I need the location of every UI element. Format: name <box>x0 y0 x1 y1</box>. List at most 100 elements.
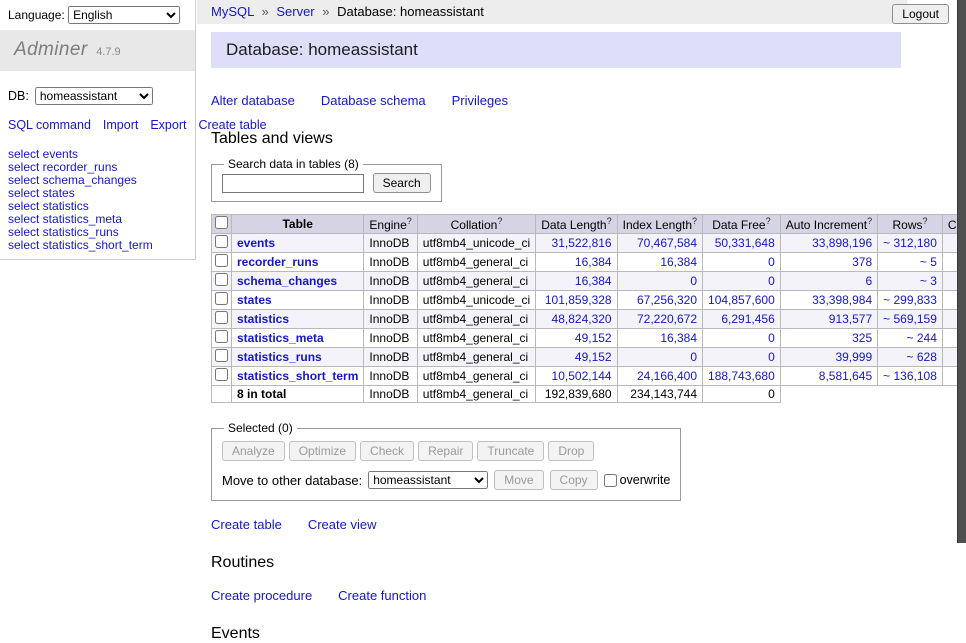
data-length-header-link[interactable]: Data Length <box>541 218 606 232</box>
data-length-link[interactable]: 48,824,320 <box>552 312 612 326</box>
table-name-link[interactable]: statistics_runs <box>237 350 322 364</box>
routine-create-link[interactable]: Create procedure <box>211 588 312 603</box>
row-checkbox[interactable] <box>215 273 228 286</box>
language-select[interactable]: English <box>68 6 180 24</box>
index-length-link[interactable]: 16,384 <box>660 331 697 345</box>
selected-action-button[interactable]: Truncate <box>477 441 544 461</box>
selected-action-button[interactable]: Check <box>360 441 414 461</box>
rows-header-link[interactable]: Rows <box>893 218 923 232</box>
breadcrumb-server-link[interactable]: Server <box>276 4 314 19</box>
rows-count-link[interactable]: ~ 569,159 <box>883 312 937 326</box>
selected-action-button[interactable]: Analyze <box>222 441 285 461</box>
auto-increment-link[interactable]: 325 <box>852 331 872 345</box>
selected-action-button[interactable]: Drop <box>548 441 594 461</box>
auto-increment-header-link[interactable]: Auto Increment <box>786 218 867 232</box>
data-free-header-link[interactable]: Data Free <box>712 218 765 232</box>
search-input[interactable] <box>222 174 364 193</box>
data-free-link[interactable]: 50,331,648 <box>715 236 775 250</box>
data-length-link[interactable]: 49,152 <box>575 331 612 345</box>
selected-action-button[interactable]: Repair <box>418 441 473 461</box>
database-action-link[interactable]: Alter database <box>211 93 295 108</box>
data-length-link[interactable]: 16,384 <box>575 255 612 269</box>
index-length-link[interactable]: 24,166,400 <box>637 369 697 383</box>
table-name-link[interactable]: schema_changes <box>237 274 337 288</box>
adminer-logo[interactable]: Adminer <box>14 39 88 60</box>
selected-action-button[interactable]: Optimize <box>289 441 356 461</box>
database-action-link[interactable]: Database schema <box>321 93 426 108</box>
sidebar-action-link[interactable]: Export <box>150 118 186 132</box>
breadcrumb-mysql-link[interactable]: MySQL <box>211 4 254 19</box>
rows-count-cell: ~ 312,180 <box>878 234 943 253</box>
routine-create-link[interactable]: Create function <box>338 588 426 603</box>
select-all-checkbox[interactable] <box>215 216 228 229</box>
sidebar-action-link[interactable]: Import <box>103 118 138 132</box>
rows-count-link[interactable]: ~ 244 <box>907 331 937 345</box>
row-checkbox[interactable] <box>215 235 228 248</box>
table-name-cell: statistics_runs <box>232 348 364 367</box>
table-name-link[interactable]: recorder_runs <box>237 255 318 269</box>
logout-button[interactable]: Logout <box>892 4 949 24</box>
rows-count-link[interactable]: ~ 312,180 <box>883 236 937 250</box>
row-checkbox[interactable] <box>215 311 228 324</box>
db-select[interactable]: homeassistant <box>35 87 153 105</box>
data-free-link[interactable]: 188,743,680 <box>708 369 775 383</box>
rows-count-link[interactable]: ~ 299,833 <box>883 293 937 307</box>
data-free-link[interactable]: 0 <box>768 274 775 288</box>
table-name-link[interactable]: statistics_short_term <box>237 369 358 383</box>
data-free-link[interactable]: 0 <box>768 331 775 345</box>
move-target-select[interactable]: homeassistant <box>368 471 488 489</box>
table-name-link[interactable]: states <box>237 293 272 307</box>
auto-increment-link[interactable]: 8,581,645 <box>819 369 872 383</box>
index-length-link[interactable]: 0 <box>690 350 697 364</box>
data-free-link[interactable]: 0 <box>768 350 775 364</box>
auto-increment-link[interactable]: 39,999 <box>835 350 872 364</box>
auto-increment-link[interactable]: 378 <box>852 255 872 269</box>
row-checkbox[interactable] <box>215 368 228 381</box>
index-length-header-link[interactable]: Index Length <box>623 218 692 232</box>
data-length-link[interactable]: 49,152 <box>575 350 612 364</box>
index-length-link[interactable]: 16,384 <box>660 255 697 269</box>
auto-increment-link[interactable]: 913,577 <box>829 312 872 326</box>
data-length-link[interactable]: 16,384 <box>575 274 612 288</box>
data-free-link[interactable]: 104,857,600 <box>708 293 775 307</box>
index-length-link[interactable]: 70,467,584 <box>637 236 697 250</box>
row-checkbox[interactable] <box>215 254 228 267</box>
table-name-link[interactable]: statistics <box>237 312 289 326</box>
collation-header-link[interactable]: Collation <box>451 218 498 232</box>
row-checkbox[interactable] <box>215 292 228 305</box>
overwrite-checkbox[interactable] <box>604 474 617 487</box>
database-action-link[interactable]: Privileges <box>452 93 508 108</box>
sidebar-table-link[interactable]: select statistics_short_term <box>8 239 187 252</box>
index-length-link[interactable]: 0 <box>690 274 697 288</box>
engine-header-link[interactable]: Engine <box>369 218 406 232</box>
create-link[interactable]: Create table <box>211 517 282 532</box>
move-button[interactable]: Move <box>494 470 543 490</box>
index-length-link[interactable]: 67,256,320 <box>637 293 697 307</box>
rows-count-link[interactable]: ~ 3 <box>920 274 937 288</box>
data-free-link[interactable]: 6,291,456 <box>721 312 774 326</box>
engine-cell: InnoDB <box>364 253 417 272</box>
table-name-link[interactable]: statistics_meta <box>237 331 324 345</box>
vertical-scrollbar[interactable] <box>957 0 966 543</box>
rows-count-link[interactable]: ~ 5 <box>920 255 937 269</box>
index-length-link[interactable]: 72,220,672 <box>637 312 697 326</box>
data-free-link[interactable]: 0 <box>768 255 775 269</box>
selected-fieldset: Selected (0) AnalyzeOptimizeCheckRepairT… <box>211 421 681 501</box>
data-length-link[interactable]: 101,859,328 <box>545 293 612 307</box>
auto-increment-link[interactable]: 6 <box>865 274 872 288</box>
data-length-link[interactable]: 10,502,144 <box>552 369 612 383</box>
copy-button[interactable]: Copy <box>550 470 598 490</box>
engine-cell: InnoDB <box>364 310 417 329</box>
auto-increment-link[interactable]: 33,398,984 <box>812 293 872 307</box>
row-checkbox[interactable] <box>215 330 228 343</box>
row-checkbox[interactable] <box>215 349 228 362</box>
rows-count-link[interactable]: ~ 136,108 <box>883 369 937 383</box>
auto-increment-link[interactable]: 33,898,196 <box>812 236 872 250</box>
content: Alter databaseDatabase schemaPrivileges … <box>197 93 957 643</box>
sidebar-action-link[interactable]: SQL command <box>8 118 91 132</box>
search-button[interactable]: Search <box>373 173 431 193</box>
rows-count-link[interactable]: ~ 628 <box>907 350 937 364</box>
table-name-link[interactable]: events <box>237 236 275 250</box>
data-length-link[interactable]: 31,522,816 <box>552 236 612 250</box>
create-link[interactable]: Create view <box>308 517 377 532</box>
